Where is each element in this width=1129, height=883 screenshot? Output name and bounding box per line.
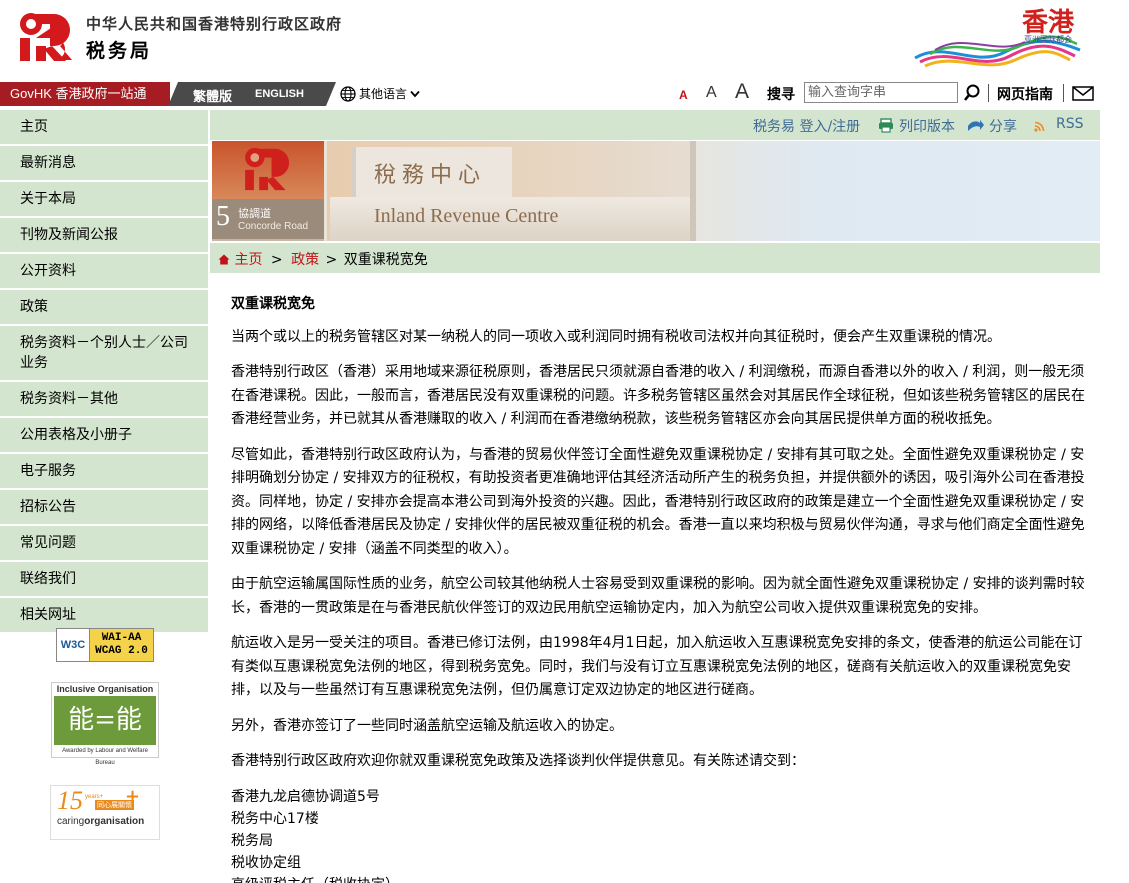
govhk-link[interactable]: GovHK 香港政府一站通 — [0, 82, 170, 106]
paragraph: 由于航空运输属国际性质的业务，航空公司较其他纳税人士容易受到双重课税的影响。因为… — [231, 576, 1085, 616]
web-guide-link[interactable]: 网页指南 — [997, 84, 1053, 104]
breadcrumb-policy[interactable]: 政策 — [291, 252, 319, 268]
caring-name-a: caring — [57, 816, 85, 827]
font-size-small-button[interactable]: A — [679, 88, 688, 102]
divider — [988, 84, 989, 102]
globe-icon — [340, 85, 356, 102]
caring-organisation-badge[interactable]: 15 years+ 同心展關懷 + caringorganisation — [50, 785, 160, 840]
paragraph: 另外，香港亦签订了一些同时涵盖航空运输及航运收入的协定。 — [231, 717, 623, 734]
caring-plus-icon: + — [125, 786, 141, 807]
wcag-badge[interactable]: W3C WAI-AA WCAG 2.0 — [56, 628, 154, 662]
sidebar-item-e-services[interactable]: 电子服务 — [0, 454, 208, 490]
sidebar-item-contact[interactable]: 联络我们 — [0, 562, 208, 598]
site-header: 中华人民共和国香港特别行政区政府 税务局 香港 亚洲国际都会 — [0, 0, 1129, 78]
caring-name-b: organisation — [84, 816, 145, 827]
other-languages-dropdown[interactable]: 其他语言 — [340, 85, 420, 102]
paragraph: 香港特别行政区政府欢迎你就双重课税宽免政策及选择谈判伙伴提供意见。有关陈述请交到… — [231, 753, 805, 769]
divider — [1063, 84, 1064, 102]
sidebar-item-about[interactable]: 关于本局 — [0, 182, 208, 218]
sidebar-item-public-info[interactable]: 公开资料 — [0, 254, 208, 290]
wcag-version: WCAG 2.0 — [95, 645, 148, 657]
banner-address-number: 5 — [216, 201, 230, 232]
other-languages-label: 其他语言 — [359, 87, 408, 101]
rss-link[interactable]: RSS — [1056, 116, 1084, 132]
inclusive-footer: Awarded by Labour and Welfare Bureau — [62, 748, 148, 766]
paragraph: 尽管如此，香港特别行政区政府认为，与香港的贸易伙伴签订全面性避免双重课税协定 /… — [231, 446, 1085, 557]
share-icon[interactable] — [967, 119, 985, 132]
department-name: 税务局 — [86, 40, 153, 62]
article: 双重课税宽免 当两个或以上的税务管辖区对某一纳税人的同一项收入或利润同时拥有税收… — [231, 293, 1091, 883]
sidebar-item-tax-others[interactable]: 税务资料－其他 — [0, 382, 208, 418]
sidebar-item-tenders[interactable]: 招标公告 — [0, 490, 208, 526]
sidebar-item-faq[interactable]: 常见问题 — [0, 526, 208, 562]
home-icon[interactable] — [218, 254, 230, 265]
banner-window — [324, 141, 327, 241]
address-line: 税收协定组 — [231, 854, 301, 871]
mail-icon[interactable] — [1072, 86, 1094, 101]
print-version-link[interactable]: 列印版本 — [899, 116, 955, 136]
banner-sign-cn: 稅務中心 — [374, 163, 487, 188]
address-line: 高级评税主任（税收协定） — [231, 874, 1091, 883]
paragraph: 当两个或以上的税务管辖区对某一纳税人的同一项收入或利润同时拥有税收司法权并向其征… — [231, 328, 1001, 345]
address-line: 税务中心17楼 — [231, 810, 319, 827]
paragraph: 香港特别行政区（香港）采用地域来源征税原则，香港居民只须就源自香港的收入 / 利… — [231, 364, 1085, 427]
postal-address: 香港九龙启德协调道5号 税务中心17楼 税务局 税收协定组 高级评税主任（税收协… — [231, 786, 1091, 883]
breadcrumb: 主页 > 政策 > 双重课税宽免 — [210, 243, 1100, 273]
search-input[interactable] — [804, 82, 958, 103]
sidebar-item-tax-individuals-business[interactable]: 税务资料－个别人士／公司业务 — [0, 326, 208, 382]
paragraph: 航运收入是另一受关注的项目。香港已修订法例，由1998年4月1日起，加入航运收入… — [231, 635, 1083, 698]
sidebar-item-publications[interactable]: 刊物及新闻公报 — [0, 218, 208, 254]
government-name: 中华人民共和国香港特别行政区政府 — [86, 15, 343, 33]
address-line: 香港九龙启德协调道5号 — [231, 788, 380, 805]
utility-bar: 税务易 登入/注册 列印版本 分享 RSS — [210, 110, 1100, 140]
inclusive-title: Inclusive Organisation — [52, 683, 158, 696]
banner-fade — [696, 141, 1100, 241]
print-icon[interactable] — [878, 118, 894, 133]
rss-icon[interactable] — [1034, 121, 1045, 132]
banner-ird-logo — [245, 147, 290, 191]
sidebar-item-forms[interactable]: 公用表格及小册子 — [0, 418, 208, 454]
breadcrumb-current: 双重课税宽免 — [343, 252, 428, 268]
chevron-down-icon — [410, 90, 420, 97]
sidebar-item-policy[interactable]: 政策 — [0, 290, 208, 326]
inclusive-organisation-badge[interactable]: Inclusive Organisation 能=能 Awarded by La… — [51, 682, 159, 766]
breadcrumb-separator: > — [270, 252, 283, 268]
brand-subtitle: 亚洲国际都会 — [1024, 35, 1072, 44]
sidebar-item-home[interactable]: 主页 — [0, 110, 208, 146]
w3c-logo: W3C — [60, 639, 86, 651]
banner-address-en: Concorde Road — [238, 221, 309, 232]
english-link[interactable]: ENGLISH — [255, 88, 304, 100]
sidebar-navigation: 主页 最新消息 关于本局 刊物及新闻公报 公开资料 政策 税务资料－个别人士／公… — [0, 110, 208, 883]
font-size-large-button[interactable]: A — [735, 80, 749, 104]
traditional-chinese-link[interactable]: 繁體版 — [193, 86, 232, 105]
search-icon[interactable] — [962, 83, 982, 103]
caring-years: 15 — [57, 786, 83, 815]
banner-image: 5 協調道 Concorde Road 稅務中心 Inland Revenue … — [212, 141, 1100, 241]
banner-sign-en: Inland Revenue Centre — [374, 205, 559, 227]
top-navigation-bar: GovHK 香港政府一站通 繁體版 ENGLISH 其他语言 A A A 搜寻 … — [0, 80, 1129, 106]
font-size-medium-button[interactable]: A — [706, 84, 717, 102]
address-line: 税务局 — [231, 832, 273, 849]
sidebar-item-news[interactable]: 最新消息 — [0, 146, 208, 182]
breadcrumb-separator: > — [325, 252, 338, 268]
inclusive-mark: 能=能 — [54, 696, 156, 745]
ird-logo[interactable] — [18, 12, 74, 62]
main-content-area: 税务易 登入/注册 列印版本 分享 RSS 5 協調道 Concorde Roa… — [210, 110, 1100, 883]
search-label: 搜寻 — [767, 87, 795, 103]
breadcrumb-home[interactable]: 主页 — [234, 252, 262, 268]
banner-address-cn: 協調道 — [238, 207, 271, 220]
page-title: 双重课税宽免 — [231, 296, 315, 312]
etax-login-link[interactable]: 税务易 登入/注册 — [753, 116, 860, 136]
share-link[interactable]: 分享 — [989, 116, 1017, 136]
wcag-level: WAI-AA — [101, 632, 142, 644]
